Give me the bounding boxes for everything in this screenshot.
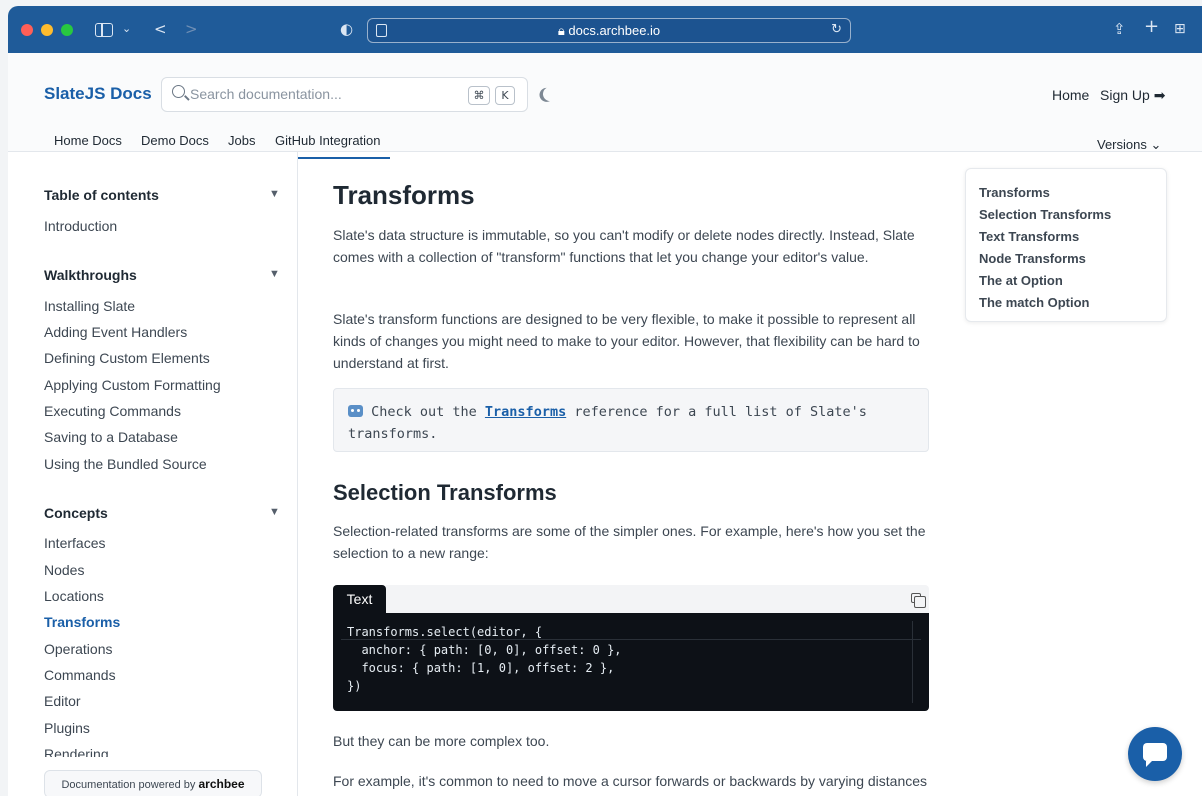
archbee-logo: archbee [198,777,245,791]
sidebar-item-nodes[interactable]: Nodes [44,562,84,578]
callout-text-before: Check out the [363,404,485,420]
powered-by-text: Documentation powered by [61,779,196,791]
code-toolbar [386,585,929,613]
robot-icon [348,405,363,417]
page-title: Transforms [333,180,475,210]
browser-window: ⌄ < > ◐ 🔒︎ docs.archbee.io ↻ ⇪ + ⊞ Slate… [8,6,1202,796]
tab-jobs[interactable]: Jobs [228,133,255,148]
intro-paragraph: Slate's data structure is immutable, so … [333,227,915,265]
cursor-paragraph: For example, it's common to need to move… [333,773,928,796]
docs-sidebar: Table of contents ▼ Introduction Walkthr… [8,152,298,796]
section-title-concepts[interactable]: Concepts [44,505,108,521]
on-this-page-toc: Transforms Selection Transforms Text Tra… [965,168,1167,322]
flexibility-paragraph: Slate's transform functions are designed… [333,311,920,371]
transforms-reference-link[interactable]: Transforms [485,404,566,420]
code-language-tab[interactable]: Text [333,585,386,613]
sidebar-item-saving-to-a-database[interactable]: Saving to a Database [44,429,178,445]
browser-toolbar: ⌄ < > ◐ 🔒︎ docs.archbee.io ↻ ⇪ + ⊞ [8,6,1202,53]
section-title-walkthroughs[interactable]: Walkthroughs [44,267,137,283]
complex-paragraph: But they can be more complex too. [333,733,550,749]
sidebar-item-transforms[interactable]: Transforms [44,614,120,630]
sidebar-toggle-icon[interactable] [95,23,113,37]
tab-home-docs[interactable]: Home Docs [54,133,122,148]
nav-signup-link[interactable]: Sign Up ➡ [1100,87,1165,104]
tab-demo-docs[interactable]: Demo Docs [141,133,209,148]
toc-item-selection-transforms[interactable]: Selection Transforms [979,207,1111,222]
versions-dropdown[interactable]: Versions ⌄ [1097,137,1161,153]
toc-item-the-match-option[interactable]: The match Option [979,295,1090,310]
section-heading-selection-transforms: Selection Transforms [333,480,557,505]
toc-item-transforms[interactable]: Transforms [979,185,1050,200]
toc-item-text-transforms[interactable]: Text Transforms [979,229,1079,244]
search-icon [172,85,185,98]
sidebar-item-rendering[interactable]: Rendering [44,746,109,757]
sidebar-item-executing-commands[interactable]: Executing Commands [44,403,181,419]
close-window-button[interactable] [21,24,33,36]
collapse-caret-icon[interactable]: ▼ [269,506,280,518]
forward-button[interactable]: > [185,18,198,40]
tab-github-integration[interactable]: GitHub Integration [266,133,389,159]
callout-text: Check out the Transforms reference for a… [348,401,918,445]
lock-icon: 🔒︎ [557,23,569,38]
sidebar-item-commands[interactable]: Commands [44,667,116,683]
section-title-table-of-contents[interactable]: Table of contents [44,187,159,203]
site-header: SlateJS Docs ⌘ K Home Sign Up ➡ Home Doc… [8,53,1202,159]
shield-icon[interactable]: ◐ [340,18,353,40]
sidebar-item-using-the-bundled-source[interactable]: Using the Bundled Source [44,456,207,472]
sidebar-item-locations[interactable]: Locations [44,588,104,604]
sidebar-item-plugins[interactable]: Plugins [44,720,90,736]
sidebar-item-introduction[interactable]: Introduction [44,218,117,234]
url-value: docs.archbee.io [568,23,661,38]
sidebar-item-interfaces[interactable]: Interfaces [44,535,105,551]
share-icon[interactable]: ⇪ [1113,18,1126,40]
url-text: 🔒︎ docs.archbee.io [368,23,850,39]
nav-home-link[interactable]: Home [1052,87,1089,103]
search-input[interactable] [190,86,450,102]
code-content: Transforms.select(editor, { anchor: { pa… [347,625,622,693]
article: Transforms Slate's data structure is imm… [333,152,933,796]
shortcut-cmd-key: ⌘ [468,86,490,105]
search-box[interactable]: ⌘ K [161,77,528,112]
new-tab-icon[interactable]: + [1144,16,1159,38]
brand-logo[interactable]: SlateJS Docs [44,84,152,104]
toc-item-node-transforms[interactable]: Node Transforms [979,251,1086,266]
back-button[interactable]: < [154,18,167,40]
shortcut-k-key: K [495,86,515,105]
selection-paragraph: Selection-related transforms are some of… [333,523,926,561]
chat-button[interactable] [1128,727,1182,781]
zoom-window-button[interactable] [61,24,73,36]
reload-icon[interactable]: ↻ [831,22,842,37]
tab-overview-icon[interactable]: ⊞ [1174,18,1186,40]
minimize-window-button[interactable] [41,24,53,36]
address-bar[interactable]: 🔒︎ docs.archbee.io ↻ [367,18,851,43]
collapse-caret-icon[interactable]: ▼ [269,268,280,280]
chevron-down-icon[interactable]: ⌄ [122,18,131,40]
powered-by-badge[interactable]: Documentation powered by archbee [44,770,262,796]
sidebar-item-editor[interactable]: Editor [44,693,81,709]
code-scrollbar[interactable] [912,621,913,703]
sidebar-item-operations[interactable]: Operations [44,641,112,657]
toc-item-the-at-option[interactable]: The at Option [979,273,1063,288]
copy-icon[interactable] [911,593,926,608]
dark-mode-toggle-icon[interactable] [541,85,559,103]
code-block: Transforms.select(editor, { anchor: { pa… [333,613,929,711]
collapse-caret-icon[interactable]: ▼ [269,188,280,200]
info-callout: Check out the Transforms reference for a… [333,388,929,452]
sidebar-item-applying-custom-formatting[interactable]: Applying Custom Formatting [44,377,221,393]
sidebar-item-adding-event-handlers[interactable]: Adding Event Handlers [44,324,187,340]
chat-bubble-icon [1143,743,1167,767]
sidebar-item-defining-custom-elements[interactable]: Defining Custom Elements [44,350,210,366]
sidebar-item-installing-slate[interactable]: Installing Slate [44,298,135,314]
